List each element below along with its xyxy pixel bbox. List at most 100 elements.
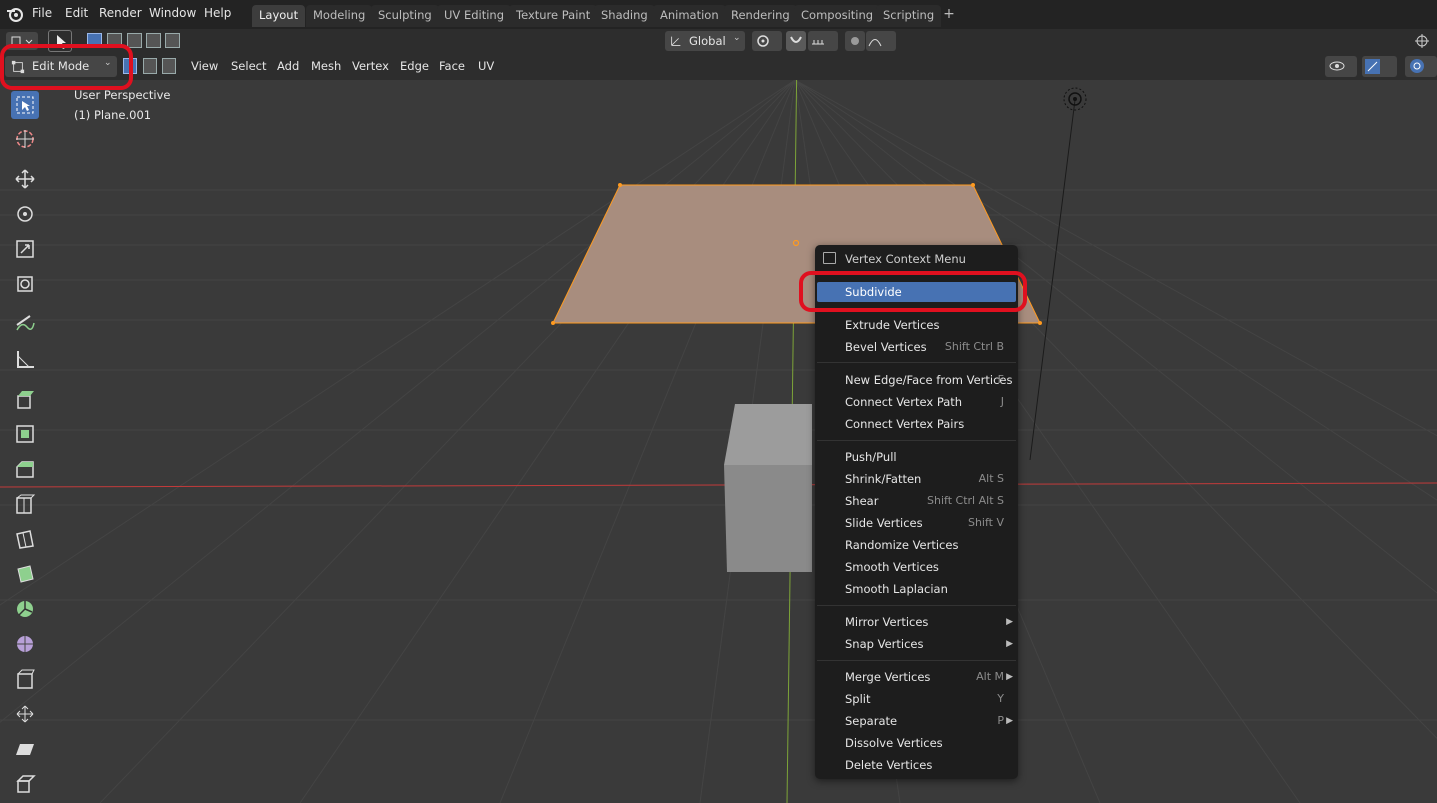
menu-vertex[interactable]: Vertex	[352, 59, 389, 73]
snap-toggle[interactable]	[786, 31, 806, 51]
menu-item-mirror-vertices[interactable]: Mirror Vertices ▶	[817, 612, 1016, 632]
tool-loop-cut[interactable]	[11, 490, 39, 518]
menu-item-new-edge-face[interactable]: New Edge/Face from Vertices F	[817, 370, 1016, 390]
select-subtract-icon[interactable]	[127, 33, 142, 48]
menu-window[interactable]: Window	[149, 6, 196, 20]
tab-uv-editing[interactable]: UV Editing	[437, 5, 511, 27]
menu-edge[interactable]: Edge	[400, 59, 429, 73]
tool-spin[interactable]	[11, 595, 39, 623]
menu-item-smooth-vertices[interactable]: Smooth Vertices	[817, 557, 1016, 577]
tool-move[interactable]	[11, 165, 39, 193]
tool-transform[interactable]	[11, 270, 39, 298]
snap-target-dropdown[interactable]	[808, 31, 838, 51]
menu-item-shear[interactable]: Shear Shift Ctrl Alt S	[817, 491, 1016, 511]
edge-slide-icon	[17, 669, 35, 689]
falloff-dropdown[interactable]	[866, 31, 896, 51]
menu-file[interactable]: File	[32, 6, 52, 20]
tool-rotate[interactable]	[11, 200, 39, 228]
chevron-down-icon: ⌄	[733, 33, 741, 43]
menu-item-randomize-vertices[interactable]: Randomize Vertices	[817, 535, 1016, 555]
menu-item-split[interactable]: Split Y	[817, 689, 1016, 709]
cube-object	[724, 404, 812, 572]
tab-sculpting[interactable]: Sculpting	[371, 5, 439, 27]
gizmo-dropdown[interactable]	[1362, 56, 1397, 77]
menu-select[interactable]: Select	[231, 59, 266, 73]
add-workspace-button[interactable]: +	[941, 6, 957, 23]
tab-compositing[interactable]: Compositing	[794, 5, 881, 27]
menu-item-connect-vertex-pairs[interactable]: Connect Vertex Pairs	[817, 414, 1016, 434]
menu-item-connect-vertex-path[interactable]: Connect Vertex Path J	[817, 392, 1016, 412]
move-icon	[15, 169, 35, 189]
annotation-highlight-mode	[0, 44, 133, 90]
gizmo-pin-icon[interactable]	[1414, 33, 1430, 49]
menu-item-bevel-vertices[interactable]: Bevel Vertices Shift Ctrl B	[817, 337, 1016, 357]
tool-shear[interactable]	[11, 735, 39, 763]
menu-item-merge-vertices[interactable]: Merge Vertices Alt M ▶	[817, 667, 1016, 687]
menu-separator	[817, 605, 1016, 606]
menu-view[interactable]: View	[191, 59, 218, 73]
blender-logo-icon[interactable]	[6, 5, 24, 23]
menu-uv[interactable]: UV	[478, 59, 494, 73]
tool-annotate[interactable]	[11, 310, 39, 338]
tab-modeling[interactable]: Modeling	[306, 5, 373, 27]
scale-icon	[16, 240, 34, 258]
menu-item-dissolve-vertices[interactable]: Dissolve Vertices	[817, 733, 1016, 753]
tab-layout[interactable]: Layout	[252, 5, 306, 27]
orientation-value: Global	[689, 34, 726, 48]
menu-edit[interactable]: Edit	[65, 6, 88, 20]
menu-item-shrink-fatten[interactable]: Shrink/Fatten Alt S	[817, 469, 1016, 489]
tool-smooth[interactable]	[11, 630, 39, 658]
light-object	[1063, 87, 1087, 111]
viewport-header: Edit Mode ⌄ View Select Add Mesh Vertex …	[0, 53, 1437, 80]
tool-scale[interactable]	[11, 235, 39, 263]
menu-help[interactable]: Help	[204, 6, 231, 20]
menu-separator	[817, 362, 1016, 363]
menu-face[interactable]: Face	[439, 59, 465, 73]
x-axis-line	[0, 482, 1437, 488]
menu-mesh[interactable]: Mesh	[311, 59, 341, 73]
menu-item-smooth-laplacian[interactable]: Smooth Laplacian	[817, 579, 1016, 599]
tab-texture-paint[interactable]: Texture Paint	[509, 5, 598, 27]
bevel-icon	[16, 461, 34, 478]
face-select-icon[interactable]	[162, 58, 176, 74]
tool-extrude[interactable]	[11, 385, 39, 413]
menu-item-push-pull[interactable]: Push/Pull	[817, 447, 1016, 467]
tab-scripting[interactable]: Scripting	[876, 5, 942, 27]
tool-shrink-fatten[interactable]	[11, 700, 39, 728]
overlays-dropdown[interactable]	[1405, 56, 1437, 77]
menu-item-extrude-vertices[interactable]: Extrude Vertices	[817, 315, 1016, 335]
menu-item-separate[interactable]: Separate P ▶	[817, 711, 1016, 731]
rip-icon	[16, 775, 36, 793]
menu-item-delete-vertices[interactable]: Delete Vertices	[817, 755, 1016, 775]
tab-shading[interactable]: Shading	[594, 5, 655, 27]
vertex-context-menu: Vertex Context Menu Subdivide Extrude Ve…	[815, 245, 1018, 779]
visibility-dropdown[interactable]	[1325, 56, 1357, 77]
tool-measure[interactable]	[11, 345, 39, 373]
menu-item-snap-vertices[interactable]: Snap Vertices ▶	[817, 634, 1016, 654]
tool-cursor[interactable]	[11, 125, 39, 153]
tool-bevel[interactable]	[11, 455, 39, 483]
extrude-icon	[17, 391, 34, 409]
inset-icon	[16, 425, 34, 443]
select-intersect-icon[interactable]	[165, 33, 180, 48]
menu-add[interactable]: Add	[277, 59, 299, 73]
tool-poly-build[interactable]	[11, 560, 39, 588]
eye-icon	[1329, 61, 1345, 71]
tab-animation[interactable]: Animation	[653, 5, 726, 27]
pivot-point-dropdown[interactable]	[752, 31, 782, 51]
transform-orientation-dropdown[interactable]: Global ⌄	[665, 31, 745, 51]
tab-rendering[interactable]: Rendering	[724, 5, 797, 27]
menu-separator	[817, 440, 1016, 441]
tool-edge-slide[interactable]	[11, 665, 39, 693]
edge-select-icon[interactable]	[143, 58, 157, 74]
3d-viewport[interactable]: User Perspective (1) Plane.001	[0, 80, 1437, 803]
tool-select-box[interactable]	[11, 91, 39, 119]
tool-knife[interactable]	[11, 525, 39, 553]
select-invert-icon[interactable]	[146, 33, 161, 48]
smooth-icon	[17, 636, 33, 652]
proportional-edit-toggle[interactable]	[845, 31, 865, 51]
menu-render[interactable]: Render	[99, 6, 142, 20]
menu-item-slide-vertices[interactable]: Slide Vertices Shift V	[817, 513, 1016, 533]
tool-rip[interactable]	[11, 770, 39, 798]
tool-inset[interactable]	[11, 420, 39, 448]
